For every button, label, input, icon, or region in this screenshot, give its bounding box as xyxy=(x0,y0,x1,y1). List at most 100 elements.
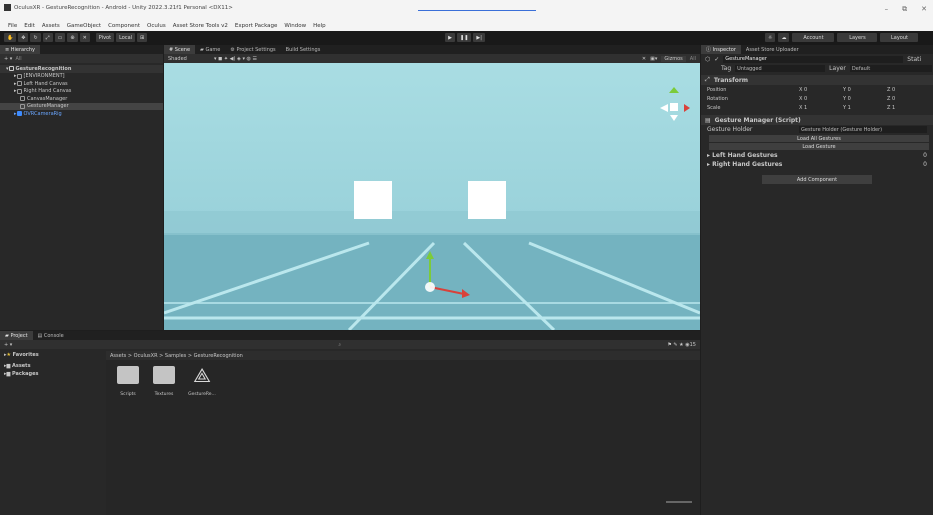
project-search[interactable]: ⌕ xyxy=(338,342,341,348)
layer-dropdown[interactable]: Default xyxy=(849,65,932,72)
title-bar: OculusXR - GestureRecognition - Android … xyxy=(0,0,933,21)
custom-tool-button[interactable]: ✕ xyxy=(79,33,90,42)
menu-oculus[interactable]: Oculus xyxy=(147,23,166,29)
camera-icon[interactable]: ▣▾ xyxy=(650,56,657,62)
pivot-toggle[interactable]: Pivot xyxy=(95,33,115,42)
tab-build-settings[interactable]: Build Settings xyxy=(281,45,326,54)
menu-file[interactable]: File xyxy=(8,23,17,29)
menu-component[interactable]: Component xyxy=(108,23,140,29)
main-toolbar: ✋ ✥ ↻ ⤢ ▭ ⊕ ✕ Pivot Local ⊞ ▶ ❚❚ ▶| ☼ ☁ … xyxy=(0,31,933,45)
hierarchy-search[interactable]: + ▾ All xyxy=(0,54,163,63)
folder-icon xyxy=(117,366,139,384)
tree-packages[interactable]: ▸ ▆ Packages xyxy=(4,370,104,378)
load-all-gestures-button[interactable]: Load All Gestures xyxy=(709,135,929,142)
asset-item[interactable]: ⟁ GestureRe... xyxy=(188,363,216,397)
collab-button[interactable]: ☼ xyxy=(765,33,776,42)
hierarchy-panel: ≡ Hierarchy + ▾ All ▾ GestureRecognition… xyxy=(0,45,163,330)
gameobject-icon xyxy=(16,88,22,94)
tab-asset-store-uploader[interactable]: Asset Store Uploader xyxy=(741,45,804,54)
star-icon: ★ xyxy=(6,351,11,358)
transform-header[interactable]: Transform xyxy=(714,77,748,84)
hierarchy-item-selected[interactable]: GestureManager xyxy=(0,102,163,110)
tab-scene[interactable]: # Scene xyxy=(164,45,196,54)
hierarchy-item[interactable]: ▸ Left Hand Canvas xyxy=(0,80,163,88)
pause-button[interactable]: ❚❚ xyxy=(457,33,472,42)
scene-root[interactable]: ▾ GestureRecognition xyxy=(0,65,163,73)
script-icon: ▤ xyxy=(705,116,711,124)
menu-bar: File Edit Assets GameObject Component Oc… xyxy=(0,21,933,31)
tab-project[interactable]: ▰ Project xyxy=(0,331,33,340)
scene-viewport[interactable] xyxy=(164,63,700,330)
menu-help[interactable]: Help xyxy=(313,23,326,29)
load-gesture-button[interactable]: Load Gesture xyxy=(709,143,929,150)
menu-asset-store-tools[interactable]: Asset Store Tools v2 xyxy=(173,23,228,29)
tree-assets[interactable]: ▸ ▆ Assets xyxy=(4,363,104,371)
gesture-holder-field[interactable]: Gesture Holder (Gesture Holder) xyxy=(799,126,927,133)
2d-toggle[interactable]: ▾ ◼ ✦ ◀) ◈ ▾ ◍ ☰ xyxy=(214,56,257,62)
tab-project-settings[interactable]: ⚙ Project Settings xyxy=(225,45,280,54)
icon-size-slider[interactable] xyxy=(666,501,692,503)
tab-console[interactable]: ▤ Console xyxy=(33,331,69,340)
right-hand-gestures-foldout[interactable]: ▸ Right Hand Gestures xyxy=(707,161,782,168)
hand-tool-button[interactable]: ✋ xyxy=(4,33,17,42)
tab-inspector[interactable]: ⓘ Inspector xyxy=(701,45,741,54)
tag-label: Tag xyxy=(721,65,732,72)
menu-export-package[interactable]: Export Package xyxy=(235,23,278,29)
maximize-button[interactable]: ⧉ xyxy=(902,5,907,14)
tag-dropdown[interactable]: Untagged xyxy=(735,65,826,72)
tab-game[interactable]: ▰ Game xyxy=(195,45,225,54)
hierarchy-item[interactable]: CanvasManager xyxy=(0,95,163,103)
scene-icon xyxy=(8,66,14,72)
script-header[interactable]: Gesture Manager (Script) xyxy=(715,117,801,124)
move-tool-button[interactable]: ✥ xyxy=(18,33,29,42)
add-component-button[interactable]: Add Component xyxy=(762,175,872,184)
cloud-icon[interactable]: ☁ xyxy=(778,33,790,42)
shading-dropdown[interactable]: Shaded xyxy=(168,56,208,62)
scale-tool-button[interactable]: ⤢ xyxy=(42,33,53,42)
grid-snap-button[interactable]: ⊞ xyxy=(137,33,148,42)
hierarchy-item[interactable]: ▸ [ENVIRONMENT] xyxy=(0,73,163,81)
left-hand-gestures-foldout[interactable]: ▸ Left Hand Gestures xyxy=(707,152,778,159)
unity-scene-icon: ⟁ xyxy=(193,363,211,387)
gameobject-icon xyxy=(16,73,22,79)
favorites-folder[interactable]: ▸ ★ Favorites xyxy=(4,351,104,359)
tools-icon[interactable]: ✕ xyxy=(642,56,646,62)
layers-dropdown[interactable]: Layers xyxy=(837,33,878,42)
project-tree: ▸ ★ Favorites ▸ ▆ Assets ▸ ▆ Packages xyxy=(4,351,104,378)
hierarchy-item[interactable]: ▸ Right Hand Canvas xyxy=(0,88,163,96)
menu-assets[interactable]: Assets xyxy=(42,23,60,29)
folder-icon: ▆ xyxy=(6,363,11,370)
menu-gameobject[interactable]: GameObject xyxy=(67,23,101,29)
account-dropdown[interactable]: Account xyxy=(792,33,835,42)
active-checkbox[interactable]: ✓ xyxy=(714,56,719,63)
local-toggle[interactable]: Local xyxy=(116,33,136,42)
folder-icon: ▆ xyxy=(6,370,11,377)
minimize-button[interactable]: – xyxy=(885,5,889,14)
transform-row: Position X 0 Y 0 Z 0 xyxy=(707,86,896,93)
create-button[interactable]: + ▾ xyxy=(4,342,12,348)
gameobject-icon xyxy=(16,81,22,87)
gizmos-dropdown[interactable]: Gizmos xyxy=(661,55,686,62)
static-toggle[interactable]: Stati xyxy=(907,56,921,63)
scene-search[interactable]: All xyxy=(690,56,696,62)
asset-item[interactable]: Scripts xyxy=(116,366,140,397)
play-button[interactable]: ▶ xyxy=(445,33,455,42)
object-name-field[interactable]: GestureManager xyxy=(723,55,904,63)
asset-item[interactable]: Textures xyxy=(152,366,176,397)
gameobject-icon xyxy=(20,103,25,109)
menu-edit[interactable]: Edit xyxy=(24,23,35,29)
rotate-tool-button[interactable]: ↻ xyxy=(30,33,41,42)
gameobject-icon: ⬡ xyxy=(705,55,711,63)
unity-logo-icon xyxy=(4,4,11,11)
menu-window[interactable]: Window xyxy=(284,23,306,29)
close-button[interactable]: ✕ xyxy=(921,5,927,14)
rect-tool-button[interactable]: ▭ xyxy=(54,33,66,42)
layout-dropdown[interactable]: Layout xyxy=(880,33,919,42)
layer-label: Layer xyxy=(829,65,846,72)
breadcrumb[interactable]: Assets > OculusXR > Samples > GestureRec… xyxy=(110,353,243,359)
project-panel: ▰ Project ▤ Console + ▾ ⌕ ⚑ ✎ ★ ◉15 ▸ ★ … xyxy=(0,331,700,515)
tab-hierarchy[interactable]: ≡ Hierarchy xyxy=(0,45,40,54)
step-button[interactable]: ▶| xyxy=(473,33,485,42)
transform-tool-button[interactable]: ⊕ xyxy=(67,33,78,42)
hierarchy-item[interactable]: ▸ OVRCameraRig xyxy=(0,110,163,118)
